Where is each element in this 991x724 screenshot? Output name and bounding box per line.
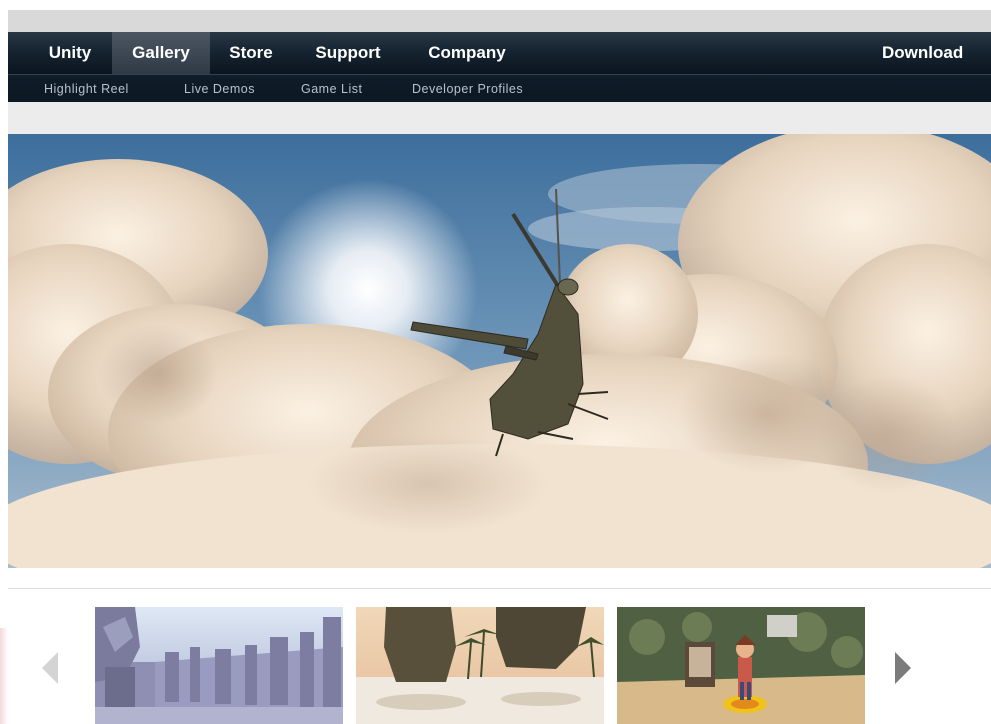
subnav-game-list[interactable]: Game List — [301, 75, 362, 103]
nav-item-support[interactable]: Support — [300, 32, 396, 74]
nav-item-unity[interactable]: Unity — [34, 32, 106, 74]
arrow-right-icon[interactable] — [895, 652, 911, 684]
page-edge-decoration — [0, 628, 8, 724]
thumbnail-rocks[interactable] — [356, 607, 604, 724]
nav-item-gallery[interactable]: Gallery — [112, 32, 210, 74]
thumbnail-character[interactable] — [617, 607, 865, 724]
top-margin — [0, 0, 991, 10]
hero-image[interactable] — [8, 134, 991, 568]
main-navigation: Unity Gallery Store Support Company Down… — [8, 32, 991, 102]
subnav-live-demos[interactable]: Live Demos — [184, 75, 255, 103]
nav-item-company[interactable]: Company — [412, 32, 522, 74]
nav-main-bar: Unity Gallery Store Support Company Down… — [8, 32, 991, 74]
subnav-highlight-reel[interactable]: Highlight Reel — [44, 75, 129, 103]
arrow-left-icon[interactable] — [42, 652, 58, 684]
nav-item-store[interactable]: Store — [215, 32, 287, 74]
section-divider — [8, 588, 991, 589]
header-top-band — [8, 10, 991, 32]
ruined-temple-thumbnail — [95, 607, 343, 724]
character-room-thumbnail — [617, 607, 865, 724]
tropical-rocks-thumbnail — [356, 607, 604, 724]
nav-item-download[interactable]: Download — [882, 32, 991, 74]
hero-helicopter-scene — [8, 134, 991, 568]
thumbnail-temple[interactable] — [95, 607, 343, 724]
subnav-developer-profiles[interactable]: Developer Profiles — [412, 75, 523, 103]
header-bottom-band — [8, 102, 991, 134]
nav-sub-bar: Highlight Reel Live Demos Game List Deve… — [8, 74, 991, 102]
